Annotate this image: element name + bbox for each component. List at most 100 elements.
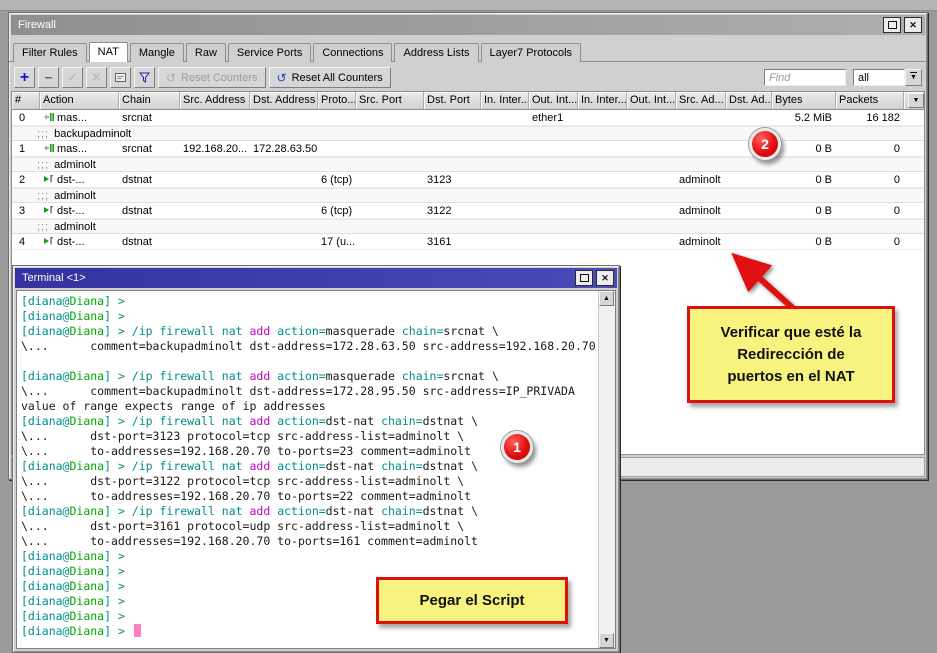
column-header-packets[interactable]: Packets: [836, 92, 904, 109]
reset-counters-button[interactable]: ↺ Reset Counters: [158, 67, 266, 88]
comment-row[interactable]: ;;;adminolt: [12, 157, 924, 172]
scroll-down-button[interactable]: ▼: [599, 633, 614, 648]
column-header-action[interactable]: Action: [40, 92, 119, 109]
tab-mangle[interactable]: Mangle: [130, 43, 184, 62]
tab-service-ports[interactable]: Service Ports: [228, 43, 311, 62]
tab-nat[interactable]: NAT: [89, 42, 128, 62]
close-icon: ✕: [601, 274, 609, 283]
terminal-titlebar[interactable]: Terminal <1> ✕: [15, 268, 617, 288]
terminal-line: [diana@Diana] >: [21, 549, 598, 564]
terminal-line: [diana@Diana] > /ip firewall nat add act…: [21, 324, 598, 339]
column-header-src-port[interactable]: Src. Port: [356, 92, 424, 109]
comment-row[interactable]: ;;;backupadminolt: [12, 126, 924, 141]
filter-combo-dropdown-button[interactable]: ▼: [905, 69, 922, 86]
cell-protocol: 6 (tcp): [318, 205, 356, 217]
comment-button[interactable]: [110, 67, 131, 88]
column-header-bytes[interactable]: Bytes: [772, 92, 836, 109]
terminal-line: [diana@Diana] >: [21, 624, 598, 639]
cell-chain: dstnat: [119, 205, 180, 217]
terminal-line: [diana@Diana] > /ip firewall nat add act…: [21, 414, 598, 429]
tab-address-lists[interactable]: Address Lists: [394, 43, 478, 62]
firewall-toolbar: + − ✓ ✕ ↺ Reset Counters ↺ Reset All Cou…: [9, 62, 927, 92]
close-button[interactable]: ✕: [904, 17, 922, 33]
cell-bytes: 0 B: [772, 205, 836, 217]
remove-rule-button[interactable]: −: [38, 67, 59, 88]
masquerade-icon: [43, 112, 54, 122]
column-header-proto[interactable]: Proto...: [318, 92, 356, 109]
column-header-in-inter[interactable]: In. Inter...: [481, 92, 529, 109]
tab-raw[interactable]: Raw: [186, 43, 226, 62]
filter-combo-value: all: [853, 69, 905, 86]
column-header-src-address[interactable]: Src. Address: [180, 92, 250, 109]
dst-nat-icon: [43, 174, 54, 184]
comment-row[interactable]: ;;;adminolt: [12, 188, 924, 203]
reset-all-counters-button[interactable]: ↺ Reset All Counters: [269, 67, 391, 88]
column-header-out-int[interactable]: Out. Int...: [627, 92, 676, 109]
cell-action: dst-...: [40, 174, 119, 186]
note-line: puertos en el NAT: [690, 366, 892, 388]
cell-chain: dstnat: [119, 174, 180, 186]
arrow-down-icon: ▼: [603, 637, 610, 644]
column-header-dst-ad[interactable]: Dst. Ad...: [726, 92, 772, 109]
terminal-scrollbar[interactable]: ▲ ▼: [598, 291, 615, 648]
funnel-icon: [138, 71, 151, 84]
table-body: 0mas...srcnatether15.2 MiB16 182;;;backu…: [12, 110, 924, 250]
firewall-window-title: Firewall: [18, 19, 880, 31]
cell-dst-port: 3161: [424, 236, 481, 248]
cell-chain: dstnat: [119, 236, 180, 248]
column-header-src-ad[interactable]: Src. Ad...: [676, 92, 726, 109]
scroll-up-button[interactable]: ▲: [599, 291, 614, 306]
comment-icon: [114, 72, 127, 83]
disable-rule-button[interactable]: ✕: [86, 67, 107, 88]
tab-filter-rules[interactable]: Filter Rules: [13, 43, 87, 62]
column-header-chain[interactable]: Chain: [119, 92, 180, 109]
cell-bytes: 0 B: [772, 174, 836, 186]
terminal-close-button[interactable]: ✕: [596, 270, 614, 286]
cell-out-interface: ether1: [529, 112, 578, 124]
table-header-row: #ActionChainSrc. AddressDst. AddressProt…: [12, 92, 924, 110]
terminal-maximize-button[interactable]: [575, 270, 593, 286]
nat-rule-row[interactable]: 1mas...srcnat192.168.20...172.28.63.500 …: [12, 141, 924, 157]
close-icon: ✕: [909, 21, 917, 30]
column-header-out-int[interactable]: Out. Int...: [529, 92, 578, 109]
cell-num: 2: [12, 174, 40, 186]
column-header-in-inter[interactable]: In. Inter...: [578, 92, 627, 109]
cell-dst-address: 172.28.63.50: [250, 143, 318, 155]
cell-protocol: 6 (tcp): [318, 174, 356, 186]
filter-button[interactable]: [134, 67, 155, 88]
column-selector-button[interactable]: ▼: [908, 93, 924, 108]
comment-text: adminolt: [54, 190, 96, 202]
chevron-down-icon: ▼: [910, 72, 917, 83]
tab-connections[interactable]: Connections: [313, 43, 392, 62]
column-header-dst-address[interactable]: Dst. Address: [250, 92, 318, 109]
terminal-line: [diana@Diana] > /ip firewall nat add act…: [21, 369, 598, 384]
note-text: Pegar el Script: [419, 592, 524, 609]
filter-combo[interactable]: all ▼: [853, 69, 922, 86]
cell-packets: 0: [836, 205, 904, 217]
cell-num: 4: [12, 236, 40, 248]
cell-packets: 0: [836, 143, 904, 155]
cell-action: dst-...: [40, 205, 119, 217]
nat-rule-row[interactable]: 0mas...srcnatether15.2 MiB16 182: [12, 110, 924, 126]
terminal-line: [21, 354, 598, 369]
cell-bytes: 0 B: [772, 143, 836, 155]
terminal-line: [diana@Diana] >: [21, 294, 598, 309]
add-rule-button[interactable]: +: [14, 67, 35, 88]
column-header-col0[interactable]: #: [12, 92, 40, 109]
nat-rule-row[interactable]: 2dst-...dstnat6 (tcp)3123adminolt0 B0: [12, 172, 924, 188]
cross-icon: ✕: [92, 71, 101, 84]
reset-counters-label: Reset Counters: [181, 72, 257, 84]
comment-text: adminolt: [54, 159, 96, 171]
badge-number: 2: [761, 136, 769, 152]
firewall-titlebar[interactable]: Firewall ✕: [11, 15, 925, 35]
cell-src-address: 192.168.20...: [180, 143, 250, 155]
firewall-tabstrip: Filter RulesNATMangleRawService PortsCon…: [9, 37, 927, 62]
nat-rule-row[interactable]: 3dst-...dstnat6 (tcp)3122adminolt0 B0: [12, 203, 924, 219]
enable-rule-button[interactable]: ✓: [62, 67, 83, 88]
column-header-dst-port[interactable]: Dst. Port: [424, 92, 481, 109]
maximize-button[interactable]: [883, 17, 901, 33]
comment-text: adminolt: [54, 221, 96, 233]
find-input[interactable]: [764, 69, 846, 86]
comment-row[interactable]: ;;;adminolt: [12, 219, 924, 234]
tab-layer7-protocols[interactable]: Layer7 Protocols: [481, 43, 582, 62]
